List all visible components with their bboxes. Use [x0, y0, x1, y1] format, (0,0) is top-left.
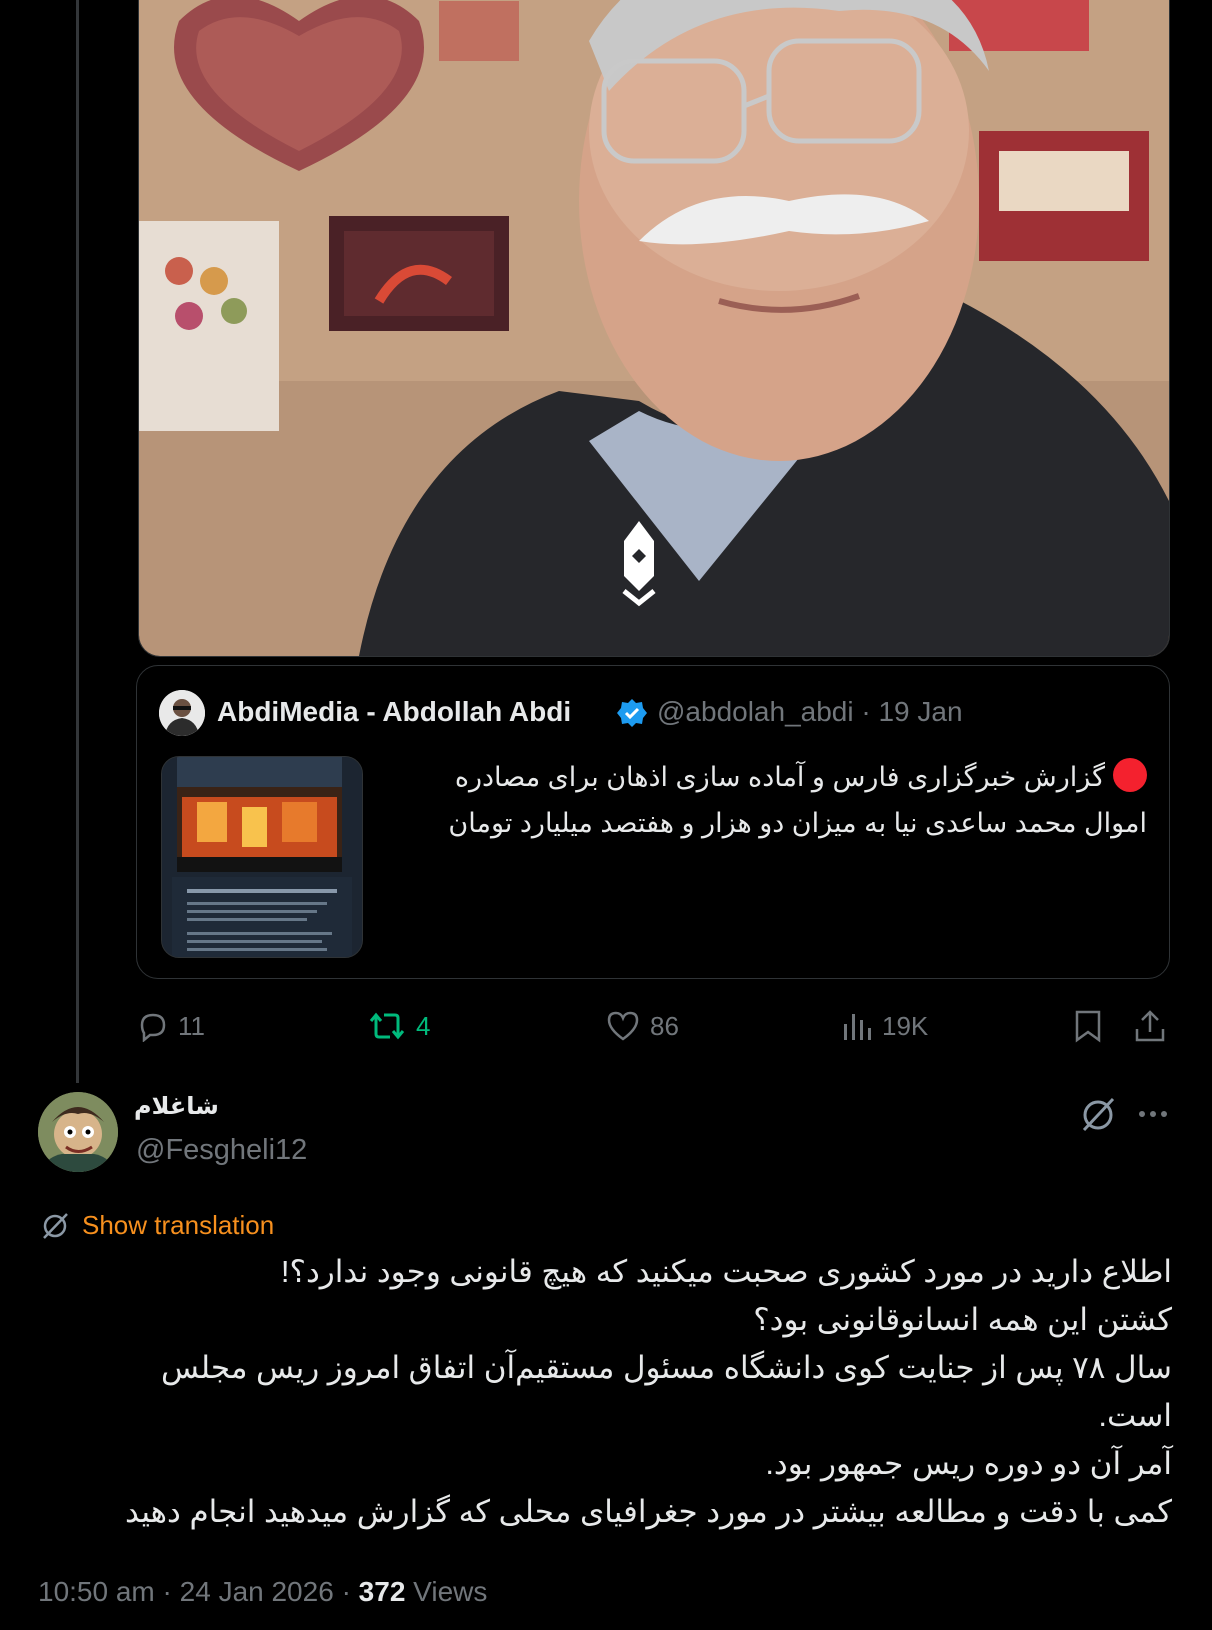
quoted-text-line-1: گزارش خبرگزاری فارس و آماده سازی اذهان ب… — [454, 762, 1105, 792]
share-button[interactable] — [1134, 1006, 1176, 1046]
tweet-views-count: 372 — [358, 1576, 406, 1607]
reply-text-line: آمر آن دو دوره ریس جمهور بود. — [765, 1446, 1172, 1481]
quoted-tweet-card[interactable]: AbdiMedia - Abdollah Abdi @abdolah_abdi … — [136, 665, 1170, 979]
reply-text-line: کشتن این همه انسانوقانونی بود؟ — [753, 1302, 1172, 1337]
analytics-icon — [844, 1014, 871, 1040]
like-count: 86 — [650, 1010, 679, 1041]
tweet-media-image[interactable] — [138, 0, 1170, 657]
translate-icon — [43, 1213, 68, 1239]
tweet-views-label: Views — [413, 1576, 488, 1607]
quoted-text-line-2: اموال محمد ساعدی نیا به میزان دو هزار و … — [448, 808, 1147, 838]
repost-icon — [369, 1012, 405, 1040]
reply-author-name[interactable]: شاغلام — [134, 1092, 219, 1121]
reply-icon — [140, 1013, 166, 1042]
bookmark-button[interactable] — [1074, 1006, 1112, 1046]
tweet-time[interactable]: 10:50 am — [38, 1576, 155, 1607]
like-button[interactable]: 86 — [606, 1006, 679, 1046]
reply-text-line: کمی با دقت و مطالعه بیشتر در مورد جغرافی… — [125, 1494, 1172, 1529]
grok-icon[interactable] — [1078, 1094, 1118, 1134]
meta-dot: · — [162, 1576, 172, 1607]
repost-button[interactable]: 4 — [368, 1006, 430, 1046]
reply-author-avatar[interactable] — [38, 1092, 118, 1172]
red-circle-emoji-icon — [1113, 758, 1147, 792]
views-button[interactable]: 19K — [842, 1006, 928, 1046]
meta-dot: · — [341, 1576, 351, 1607]
views-count: 19K — [882, 1010, 929, 1041]
quoted-author-avatar[interactable] — [159, 690, 205, 736]
show-translation-label[interactable]: Show translation — [82, 1210, 274, 1241]
separator-dot: · — [861, 696, 871, 727]
quoted-author-name[interactable]: AbdiMedia - Abdollah Abdi — [217, 696, 571, 728]
reply-tweet-text: اطلاع دارید در مورد کشوری صحبت میکنید که… — [60, 1248, 1172, 1536]
share-icon — [1135, 1010, 1165, 1042]
reply-author-handle[interactable]: @Fesgheli12 — [136, 1134, 307, 1167]
quoted-author-handle-and-date: @abdolah_abdi · 19 Jan — [657, 696, 963, 728]
quoted-tweet-thumbnail[interactable] — [161, 756, 363, 958]
reply-count: 11 — [178, 1010, 205, 1041]
quoted-tweet-text: گزارش خبرگزاری فارس و آماده سازی اذهان ب… — [387, 754, 1147, 846]
reply-text-line: اطلاع دارید در مورد کشوری صحبت میکنید که… — [280, 1254, 1172, 1289]
bookmark-icon — [1075, 1010, 1101, 1043]
tweet-date[interactable]: 24 Jan 2026 — [180, 1576, 334, 1607]
tweet-metadata: 10:50 am · 24 Jan 2026 · 372 Views — [38, 1576, 487, 1608]
repost-count: 4 — [416, 1010, 431, 1041]
more-options-icon[interactable] — [1135, 1100, 1171, 1128]
heart-icon — [607, 1011, 639, 1041]
reply-text-line: است. — [1098, 1398, 1172, 1433]
show-translation-link[interactable]: Show translation — [40, 1208, 274, 1242]
reply-button[interactable]: 11 — [136, 1006, 205, 1046]
reply-text-line: سال ۷۸ پس از جنایت کوی دانشگاه مسئول مست… — [161, 1350, 1172, 1385]
quoted-author-handle[interactable]: @abdolah_abdi — [657, 696, 854, 727]
thread-line — [76, 0, 79, 1083]
verified-badge-icon — [617, 698, 647, 728]
quoted-tweet-date[interactable]: 19 Jan — [878, 696, 962, 727]
